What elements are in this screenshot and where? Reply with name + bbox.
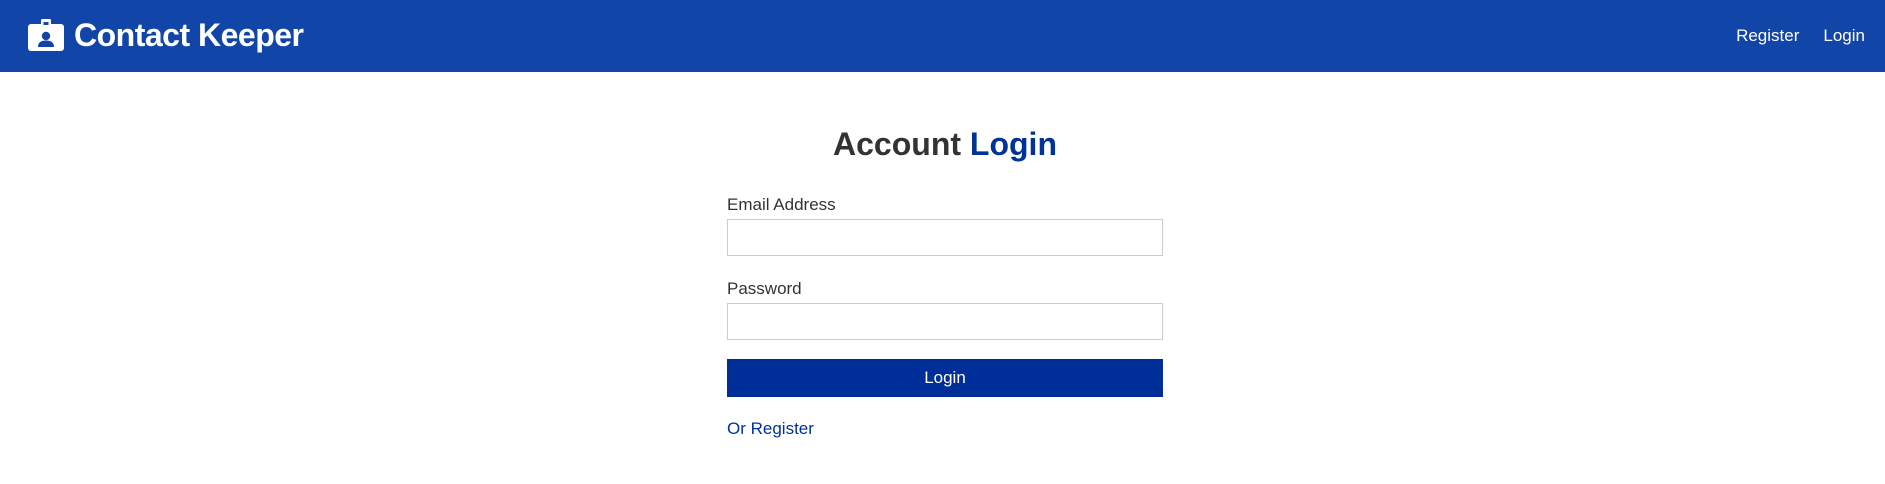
- page-title-prefix: Account: [833, 126, 962, 162]
- nav-links: Register Login: [1712, 0, 1865, 72]
- brand: Contact Keeper: [28, 13, 304, 57]
- register-link[interactable]: Or Register: [727, 418, 814, 440]
- id-badge-icon: [28, 19, 64, 51]
- email-input[interactable]: [727, 219, 1163, 256]
- page-title-accent: Login: [969, 126, 1057, 162]
- password-input[interactable]: [727, 303, 1163, 340]
- page-title: Account Login: [727, 122, 1163, 166]
- app-title: Contact Keeper: [74, 17, 304, 53]
- nav-login-link[interactable]: Login: [1823, 26, 1865, 46]
- login-button[interactable]: Login: [727, 359, 1163, 397]
- email-label: Email Address: [727, 195, 836, 214]
- password-label: Password: [727, 279, 802, 298]
- nav-register-link[interactable]: Register: [1736, 26, 1799, 46]
- navbar: Contact Keeper Register Login: [0, 0, 1885, 72]
